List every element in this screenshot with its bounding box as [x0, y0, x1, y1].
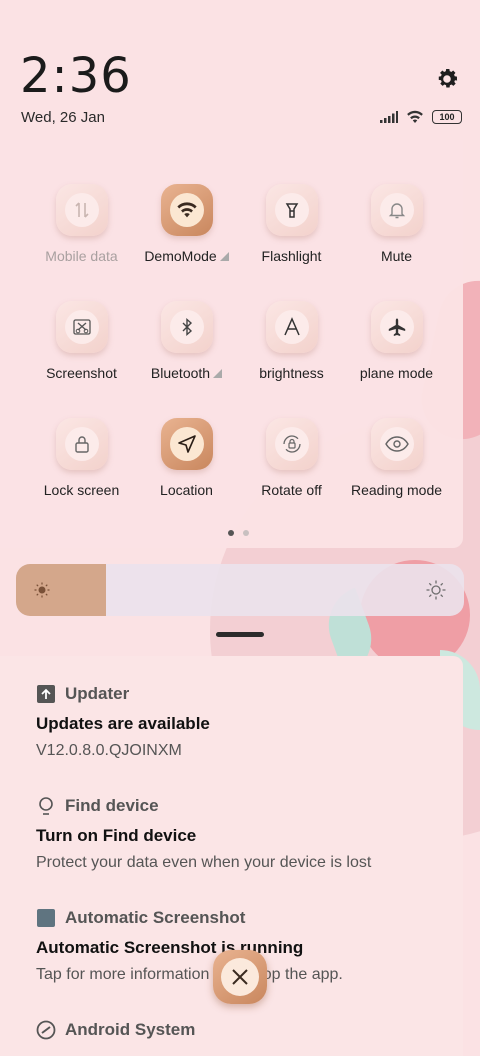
location-pin-icon: [39, 797, 53, 815]
signal-icon: [380, 111, 398, 123]
bell-icon: [388, 203, 405, 219]
tile-lock-screen[interactable]: Lock screen: [29, 418, 134, 498]
expand-arrow-icon[interactable]: [219, 252, 229, 261]
battery-icon: 100: [432, 110, 462, 124]
brightness-slider[interactable]: [16, 564, 464, 616]
tile-label: Screenshot: [46, 365, 117, 381]
brightness-low-icon: [34, 582, 50, 598]
tile-label: Mobile data: [45, 248, 118, 264]
tile-label: Rotate off: [261, 482, 322, 498]
tile-label: Reading mode: [350, 482, 443, 498]
tile-flashlight[interactable]: Flashlight: [239, 184, 344, 264]
tile-rotate[interactable]: Rotate off: [239, 418, 344, 498]
airplane-icon: [388, 318, 405, 336]
tile-mobile-data[interactable]: Mobile data: [29, 184, 134, 264]
page-dot-active: [228, 530, 234, 536]
android-system-icon: [36, 1020, 56, 1040]
tile-mute[interactable]: Mute: [344, 184, 449, 264]
wifi-icon: [407, 110, 423, 123]
dismiss-all-button[interactable]: [213, 950, 267, 1004]
notification-app-name: Automatic Screenshot: [65, 908, 246, 927]
tile-label: Lock screen: [43, 482, 120, 498]
clock-time: 2:36: [20, 48, 132, 104]
page-dot: [243, 530, 249, 536]
flashlight-icon: [285, 203, 298, 218]
upload-icon: [37, 685, 55, 703]
tile-label: Bluetooth: [150, 365, 211, 381]
page-indicator[interactable]: [228, 530, 249, 536]
tile-label: brightness: [259, 365, 324, 381]
notification-app-name: Android System: [65, 1020, 196, 1039]
drag-handle[interactable]: [216, 632, 264, 637]
auto-brightness-icon: [283, 317, 300, 336]
wifi-icon: [176, 202, 197, 218]
scissors-icon: [72, 319, 91, 335]
bluetooth-icon: [182, 317, 192, 337]
notification-app-name: Updater: [65, 684, 130, 703]
notification-body: V12.0.8.0.QJOINXM: [36, 742, 182, 759]
clock-date: Wed, 26 Jan: [21, 109, 105, 126]
tile-label: Mute: [380, 248, 413, 264]
eye-icon: [384, 436, 409, 452]
notification-item[interactable]: Android System: [36, 1020, 456, 1040]
tile-brightness[interactable]: brightness: [239, 301, 344, 381]
expand-arrow-icon[interactable]: [213, 369, 223, 378]
notification-item[interactable]: Find device Turn on Find device Protect …: [36, 796, 456, 872]
quick-settings-panel: Mobile data DemoMode Flashlight Mute Scr…: [0, 140, 463, 548]
tile-location[interactable]: Location: [134, 418, 239, 498]
location-icon: [177, 435, 196, 453]
brightness-level-fill: [16, 564, 106, 616]
gear-icon[interactable]: [434, 66, 460, 92]
tile-label: DemoMode: [144, 248, 217, 264]
tile-label: Flashlight: [261, 248, 322, 264]
notification-title: Updates are available: [36, 714, 210, 733]
brightness-high-icon: [426, 580, 446, 600]
mobile-data-icon: [74, 202, 89, 218]
notification-title: Turn on Find device: [36, 826, 197, 845]
notification-item[interactable]: Updater Updates are available V12.0.8.0.…: [36, 684, 456, 760]
close-icon: [232, 969, 248, 985]
tile-label: plane mode: [359, 365, 434, 381]
lock-icon: [74, 436, 89, 453]
tile-screenshot[interactable]: Screenshot: [29, 301, 134, 381]
tile-label: Location: [160, 482, 213, 498]
rotate-lock-icon: [282, 435, 301, 453]
square-app-icon: [37, 909, 55, 927]
tile-bluetooth[interactable]: Bluetooth: [134, 301, 239, 381]
tile-reading-mode[interactable]: Reading mode: [344, 418, 449, 498]
tile-demomode[interactable]: DemoMode: [134, 184, 239, 264]
tile-plane-mode[interactable]: plane mode: [344, 301, 449, 381]
status-bar: 100: [380, 110, 462, 124]
notification-app-name: Find device: [65, 796, 159, 815]
notification-body: Protect your data even when your device …: [36, 854, 372, 871]
